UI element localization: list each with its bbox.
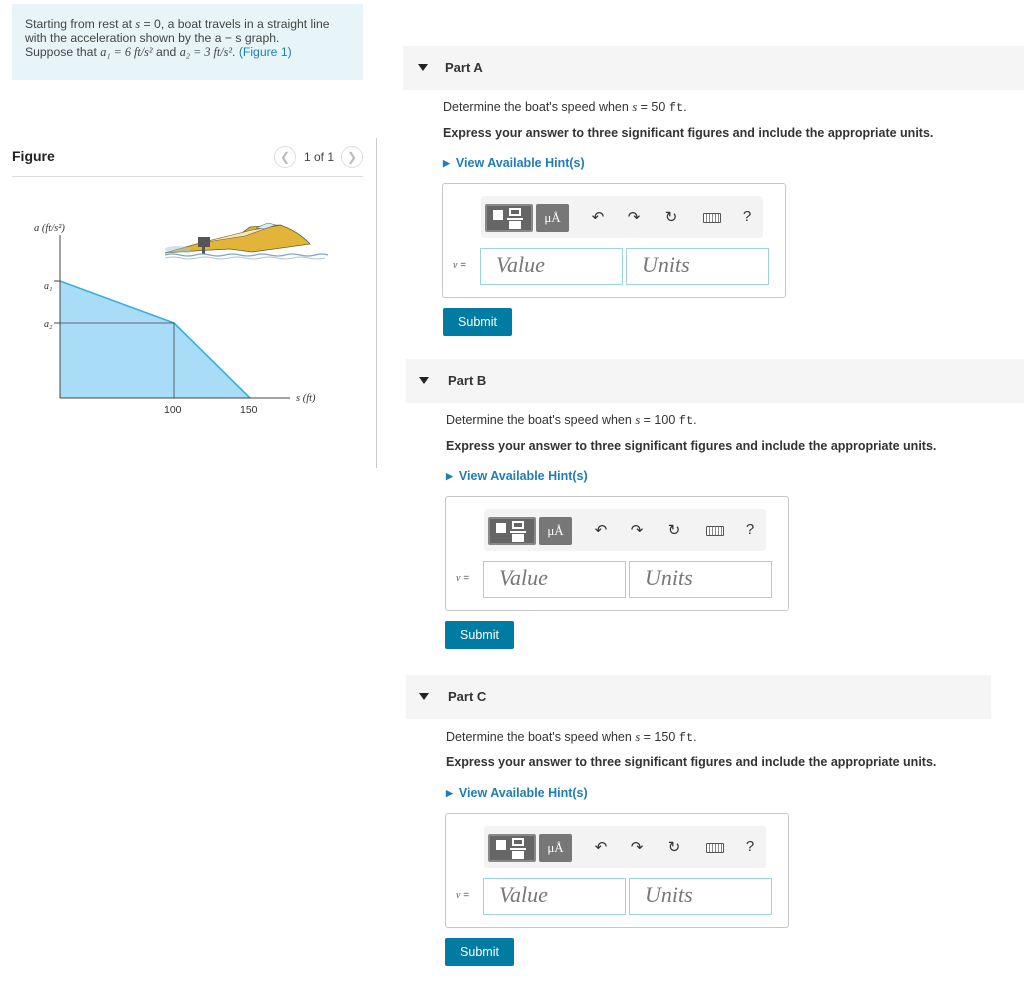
- part-a-hint-link[interactable]: ▶ View Available Hint(s): [443, 156, 585, 170]
- part-a-question: Determine the boat's speed when s = 50 f…: [443, 100, 687, 115]
- reset-icon[interactable]: ↻: [661, 208, 681, 226]
- part-c-hint-link[interactable]: ▶ View Available Hint(s): [446, 786, 588, 800]
- part-a-header[interactable]: Part A: [403, 46, 1024, 90]
- part-c-answer-box: μÅ ↶ ↷ ↻ ? v = Value Units: [445, 813, 789, 928]
- templates-icon[interactable]: [485, 204, 533, 232]
- templates-icon[interactable]: [488, 517, 536, 545]
- units-input[interactable]: Units: [629, 561, 772, 598]
- figure-link[interactable]: (Figure 1): [239, 45, 292, 59]
- boat-illustration: [164, 222, 329, 260]
- column-divider: [376, 138, 377, 468]
- part-c-question: Determine the boat's speed when s = 150 …: [446, 730, 697, 745]
- acceleration-area: [60, 281, 250, 398]
- collapse-triangle-icon[interactable]: [419, 377, 429, 384]
- problem-line-2: with the acceleration shown by the a − s…: [25, 31, 280, 45]
- figure-pager: ❮ 1 of 1 ❯: [273, 146, 363, 168]
- part-c-submit-button[interactable]: Submit: [445, 938, 514, 966]
- figure-header: Figure ❮ 1 of 1 ❯: [12, 144, 363, 177]
- part-b-hint-link[interactable]: ▶ View Available Hint(s): [446, 469, 588, 483]
- chevron-left-icon[interactable]: ❮: [273, 146, 296, 168]
- value-input[interactable]: Value: [480, 248, 623, 285]
- units-button[interactable]: μÅ: [536, 204, 569, 232]
- units-input[interactable]: Units: [626, 248, 769, 285]
- caret-right-icon: ▶: [446, 471, 453, 481]
- part-b-submit-button[interactable]: Submit: [445, 621, 514, 649]
- keyboard-icon[interactable]: [706, 526, 724, 536]
- v-label: v =: [456, 573, 470, 584]
- problem-statement: Starting from rest at s = 0, a boat trav…: [12, 4, 363, 80]
- templates-icon[interactable]: [488, 834, 536, 862]
- math-toolbar: μÅ ↶ ↷ ↻ ?: [484, 826, 766, 868]
- redo-icon[interactable]: ↷: [624, 208, 644, 226]
- undo-icon[interactable]: ↶: [591, 521, 611, 539]
- chevron-right-icon[interactable]: ❯: [341, 146, 363, 168]
- value-input[interactable]: Value: [483, 561, 626, 598]
- part-b-question: Determine the boat's speed when s = 100 …: [446, 413, 697, 428]
- x-axis-label: s (ft): [296, 393, 316, 404]
- part-a-answer-box: μÅ ↶ ↷ ↻ ? v = Value Units: [442, 183, 786, 298]
- part-a-instruction: Express your answer to three significant…: [443, 126, 934, 140]
- help-icon[interactable]: ?: [737, 208, 757, 225]
- collapse-triangle-icon[interactable]: [418, 64, 428, 71]
- caret-right-icon: ▶: [446, 788, 453, 798]
- acceleration-graph: a (ft/s²) a₁ a₂ 100 150 s (ft): [34, 222, 329, 416]
- value-input[interactable]: Value: [483, 878, 626, 915]
- math-toolbar: μÅ ↶ ↷ ↻ ?: [481, 196, 763, 238]
- y-tick-a1: a₁: [44, 281, 52, 292]
- a1-expression: a₁ = 6 ft/s²: [100, 45, 153, 59]
- undo-icon[interactable]: ↶: [588, 208, 608, 226]
- undo-icon[interactable]: ↶: [591, 838, 611, 856]
- x-tick-150: 150: [240, 404, 258, 416]
- caret-right-icon: ▶: [443, 158, 450, 168]
- x-tick-100: 100: [164, 404, 182, 416]
- collapse-triangle-icon[interactable]: [419, 693, 429, 700]
- keyboard-icon[interactable]: [703, 213, 721, 223]
- part-b-instruction: Express your answer to three significant…: [446, 439, 937, 453]
- part-b-label: Part B: [448, 373, 487, 388]
- units-input[interactable]: Units: [629, 878, 772, 915]
- v-label: v =: [456, 890, 470, 901]
- units-button[interactable]: μÅ: [539, 517, 572, 545]
- part-c-header[interactable]: Part C: [406, 675, 991, 719]
- y-tick-a2: a₂: [44, 319, 53, 330]
- help-icon[interactable]: ?: [740, 521, 760, 538]
- a2-expression: a₂ = 3 ft/s²: [179, 45, 233, 59]
- part-b-header[interactable]: Part B: [406, 359, 1024, 403]
- redo-icon[interactable]: ↷: [627, 521, 647, 539]
- reset-icon[interactable]: ↻: [664, 521, 684, 539]
- help-icon[interactable]: ?: [740, 838, 760, 855]
- figure-title: Figure: [12, 148, 55, 164]
- reset-icon[interactable]: ↻: [664, 838, 684, 856]
- keyboard-icon[interactable]: [706, 843, 724, 853]
- part-c-label: Part C: [448, 689, 487, 704]
- units-button[interactable]: μÅ: [539, 834, 572, 862]
- part-a-label: Part A: [445, 60, 483, 75]
- part-b-answer-box: μÅ ↶ ↷ ↻ ? v = Value Units: [445, 496, 789, 611]
- problem-line-3: Suppose that a₁ = 6 ft/s² and a₂ = 3 ft/…: [25, 45, 292, 59]
- pager-text: 1 of 1: [303, 150, 334, 164]
- v-label: v =: [453, 260, 467, 271]
- part-a-submit-button[interactable]: Submit: [443, 308, 512, 336]
- part-c-instruction: Express your answer to three significant…: [446, 755, 937, 769]
- y-axis-label: a (ft/s²): [34, 223, 65, 234]
- problem-line-1: Starting from rest at s = 0, a boat trav…: [25, 17, 330, 31]
- math-toolbar: μÅ ↶ ↷ ↻ ?: [484, 509, 766, 551]
- redo-icon[interactable]: ↷: [627, 838, 647, 856]
